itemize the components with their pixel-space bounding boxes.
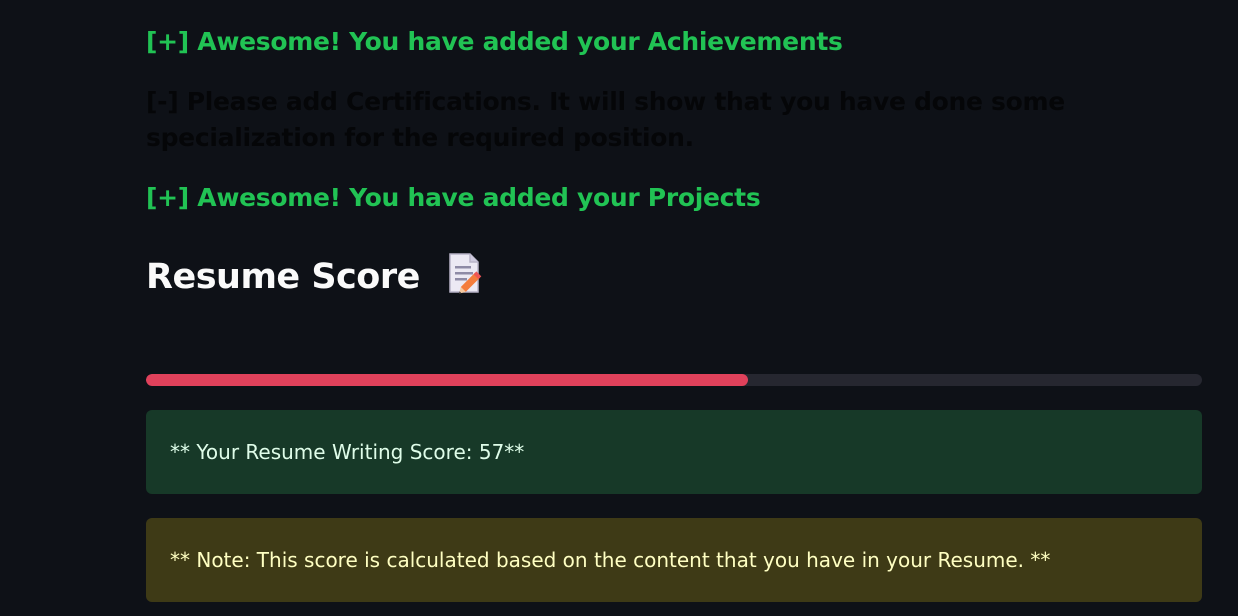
score-note-alert: ** Note: This score is calculated based … [146, 518, 1202, 602]
projects-message: [+] Awesome! You have added your Project… [146, 183, 761, 212]
progress-fill [146, 374, 748, 386]
resume-score-heading: Resume Score [146, 252, 484, 308]
memo-pencil-icon [446, 252, 484, 308]
certifications-message: [-] Please add Certifications. It will s… [146, 87, 1065, 152]
score-success-alert: ** Your Resume Writing Score: 57** [146, 410, 1202, 494]
achievements-message: [+] Awesome! You have added your Achieve… [146, 27, 843, 56]
resume-score-title: Resume Score [146, 257, 420, 297]
resume-score-progress-bar [146, 374, 1202, 386]
